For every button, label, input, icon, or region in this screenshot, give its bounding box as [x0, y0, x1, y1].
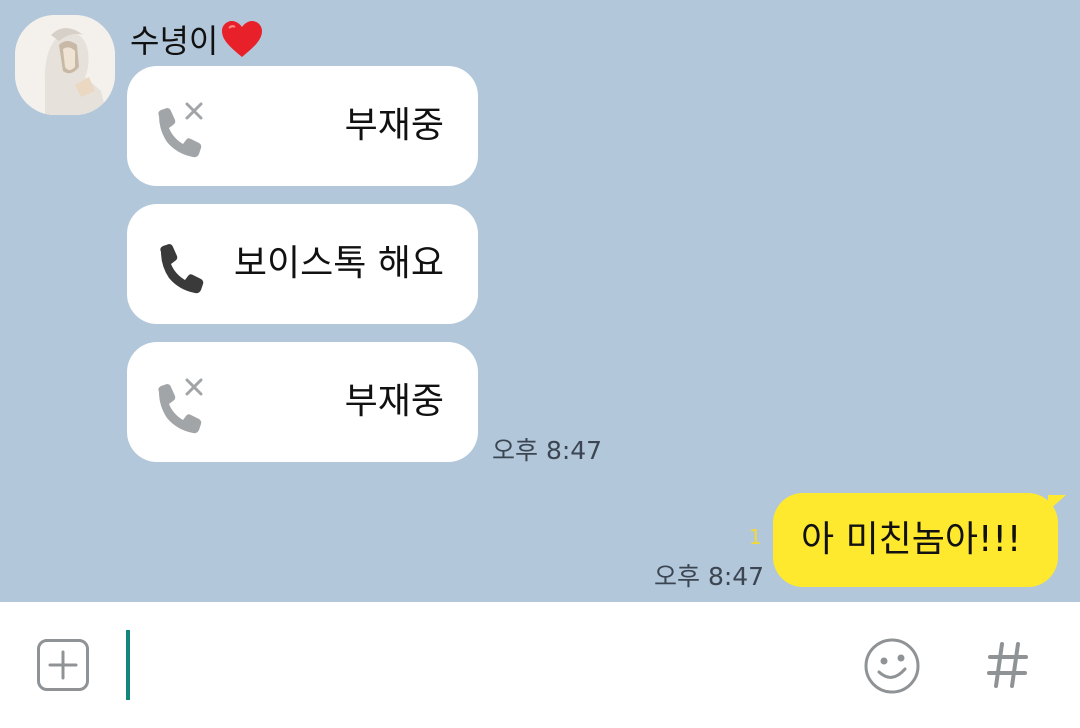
call-status-text: 보이스톡 해요: [233, 243, 444, 284]
voice-talk-message[interactable]: 보이스톡 해요: [127, 204, 478, 324]
unread-count: 1: [749, 525, 762, 549]
sender-name-text: 수녕이: [130, 22, 219, 60]
missed-call-message[interactable]: 부재중: [127, 66, 478, 186]
heart-icon: [222, 21, 263, 57]
message-timestamp: 오후 8:47: [654, 562, 765, 591]
call-status-text: 부재중: [344, 105, 444, 146]
avatar-image: [15, 15, 115, 115]
chat-area: 수녕이 부재중 보이스톡 해요 부재중 오후 8:47 1 오후 8:47 아 …: [0, 0, 1080, 602]
phone-icon: [160, 244, 204, 294]
message-input-bar: [0, 602, 1080, 728]
avatar[interactable]: [15, 15, 115, 115]
emoji-icon[interactable]: [862, 636, 922, 696]
missed-call-message[interactable]: 부재중: [127, 342, 478, 462]
missed-call-icon: [158, 102, 203, 158]
bubble-tail: [1048, 495, 1066, 511]
my-message-bubble[interactable]: 아 미친놈아!!!: [773, 493, 1066, 587]
hash-icon[interactable]: [986, 640, 1030, 690]
sender-name: 수녕이: [130, 16, 264, 62]
missed-call-icon: [158, 378, 203, 434]
add-button[interactable]: [37, 639, 89, 691]
call-status-text: 부재중: [344, 381, 444, 422]
my-message-text: 아 미친놈아!!!: [801, 519, 1022, 560]
message-input[interactable]: [126, 630, 130, 700]
message-timestamp: 오후 8:47: [492, 436, 603, 465]
add-icon: [48, 650, 78, 680]
